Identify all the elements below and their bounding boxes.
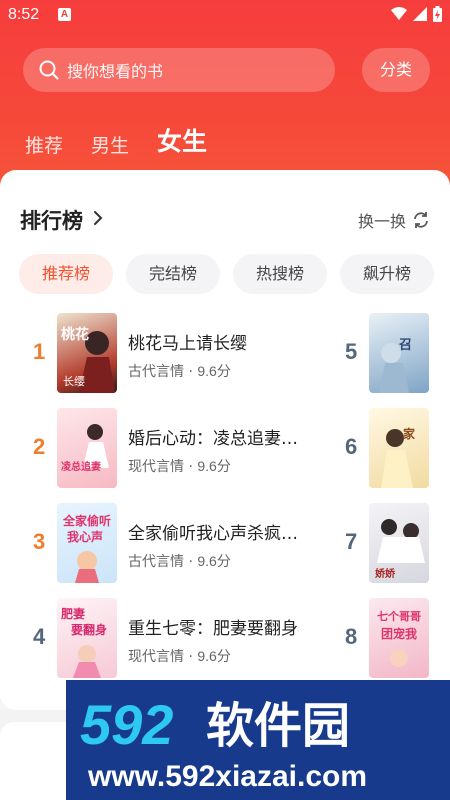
book-genre: 现代言情 bbox=[128, 459, 184, 475]
svg-text:要翻身: 要翻身 bbox=[71, 622, 107, 637]
rank-number: 5 bbox=[345, 339, 358, 364]
rank-number: 6 bbox=[345, 434, 358, 459]
book-cover[interactable]: 全家偷听 我心声 bbox=[57, 503, 117, 583]
svg-text:肥妻: 肥妻 bbox=[61, 606, 85, 621]
list-item[interactable]: 3 全家偷听 我心声 全家偷听我心声杀疯… 古代言情 · 9.6分 7 娇娇 bbox=[0, 503, 450, 585]
ranking-pills: 推荐榜 完结榜 热搜榜 飙升榜 bbox=[19, 254, 434, 294]
watermark-banner: 592 软件园 www.592xiazai.com bbox=[66, 680, 450, 800]
book-title[interactable]: 全家偷听我心声杀疯… bbox=[128, 519, 313, 544]
chevron-right-icon bbox=[93, 210, 103, 231]
rank-number: 2 bbox=[33, 434, 46, 459]
refresh-icon bbox=[414, 212, 428, 228]
book-score: 9.6分 bbox=[197, 648, 231, 664]
tab-male[interactable]: 男生 bbox=[91, 131, 129, 158]
refresh-button[interactable]: 换一换 bbox=[358, 208, 430, 232]
book-genre: 古代言情 bbox=[128, 364, 184, 380]
rank-number: 3 bbox=[33, 529, 46, 554]
tab-female[interactable]: 女生 bbox=[157, 122, 207, 158]
tab-recommend[interactable]: 推荐 bbox=[25, 131, 63, 158]
book-title[interactable]: 婚后心动：凌总追妻… bbox=[128, 424, 313, 449]
book-cover[interactable]: 娇娇 bbox=[369, 503, 429, 583]
book-genre: 古代言情 bbox=[128, 554, 184, 570]
rank-number: 1 bbox=[33, 339, 46, 364]
book-genre: 现代言情 bbox=[128, 649, 184, 665]
category-button[interactable]: 分类 bbox=[362, 48, 430, 92]
book-score: 9.6分 bbox=[197, 458, 231, 474]
svg-text:凌总追妻: 凌总追妻 bbox=[61, 460, 101, 473]
pill-rising[interactable]: 飙升榜 bbox=[340, 254, 434, 294]
rank-number: 7 bbox=[345, 529, 358, 554]
ranking-header[interactable]: 排行榜 bbox=[20, 205, 103, 235]
svg-text:娇娇: 娇娇 bbox=[375, 567, 396, 580]
book-cover[interactable]: 凌总追妻 bbox=[57, 408, 117, 488]
book-title[interactable]: 桃花马上请长缨 bbox=[128, 329, 313, 354]
ranking-title: 排行榜 bbox=[20, 209, 83, 233]
svg-text:592: 592 bbox=[80, 693, 173, 756]
svg-text:七个哥哥: 七个哥哥 bbox=[377, 609, 421, 623]
pill-recommend[interactable]: 推荐榜 bbox=[19, 254, 113, 294]
search-icon bbox=[39, 60, 59, 80]
signal-icon bbox=[413, 7, 427, 21]
list-item[interactable]: 2 凌总追妻 婚后心动：凌总追妻… 现代言情 · 9.6分 6 家 bbox=[0, 408, 450, 490]
search-placeholder: 搜你想看的书 bbox=[67, 62, 164, 81]
svg-text:桃花: 桃花 bbox=[61, 326, 89, 343]
book-meta: 现代言情 · 9.6分 bbox=[128, 458, 231, 475]
book-cover[interactable]: 肥妻 要翻身 bbox=[57, 598, 117, 678]
book-meta: 现代言情 · 9.6分 bbox=[128, 648, 231, 665]
list-item[interactable]: 1 桃花长缨 桃花马上请长缨 古代言情 · 9.6分 5 召 bbox=[0, 313, 450, 395]
ranking-card: 排行榜 换一换 推荐榜 完结榜 热搜榜 飙升榜 1 桃花长缨 桃花马上请长缨 古… bbox=[0, 170, 450, 710]
status-bar: 8:52 A bbox=[0, 0, 450, 30]
search-input[interactable]: 搜你想看的书 bbox=[23, 48, 335, 92]
svg-text:软件园: 软件园 bbox=[206, 698, 350, 754]
svg-text:家: 家 bbox=[403, 426, 416, 441]
wifi-icon bbox=[391, 7, 407, 20]
list-item[interactable]: 4 肥妻 要翻身 重生七零：肥妻要翻身 现代言情 · 9.6分 8 七个哥哥团宠我 bbox=[0, 598, 450, 680]
notification-icon: A bbox=[58, 8, 71, 21]
status-time: 8:52 bbox=[8, 6, 40, 23]
rank-number: 4 bbox=[33, 624, 46, 649]
svg-text:www.592xiazai.com: www.592xiazai.com bbox=[87, 760, 367, 793]
pill-finished[interactable]: 完结榜 bbox=[126, 254, 220, 294]
book-score: 9.6分 bbox=[197, 553, 231, 569]
rank-number: 8 bbox=[345, 624, 358, 649]
book-score: 9.6分 bbox=[197, 363, 231, 379]
top-tabs: 推荐 男生 女生 bbox=[25, 118, 207, 158]
battery-icon bbox=[433, 6, 442, 22]
svg-text:团宠我: 团宠我 bbox=[381, 626, 417, 641]
pill-hot-search[interactable]: 热搜榜 bbox=[233, 254, 327, 294]
svg-text:我心声: 我心声 bbox=[67, 529, 103, 544]
svg-text:长缨: 长缨 bbox=[63, 375, 85, 388]
book-cover[interactable]: 家 bbox=[369, 408, 429, 488]
status-icons bbox=[391, 6, 442, 22]
book-cover[interactable]: 桃花 长缨 bbox=[57, 313, 117, 393]
book-meta: 古代言情 · 9.6分 bbox=[128, 553, 231, 570]
svg-text:召: 召 bbox=[399, 338, 412, 353]
refresh-label: 换一换 bbox=[357, 212, 406, 231]
book-meta: 古代言情 · 9.6分 bbox=[128, 363, 231, 380]
svg-text:全家偷听: 全家偷听 bbox=[62, 513, 111, 528]
book-cover[interactable]: 七个哥哥 团宠我 bbox=[369, 598, 429, 678]
book-title[interactable]: 重生七零：肥妻要翻身 bbox=[128, 614, 313, 639]
book-cover[interactable]: 召 bbox=[369, 313, 429, 393]
